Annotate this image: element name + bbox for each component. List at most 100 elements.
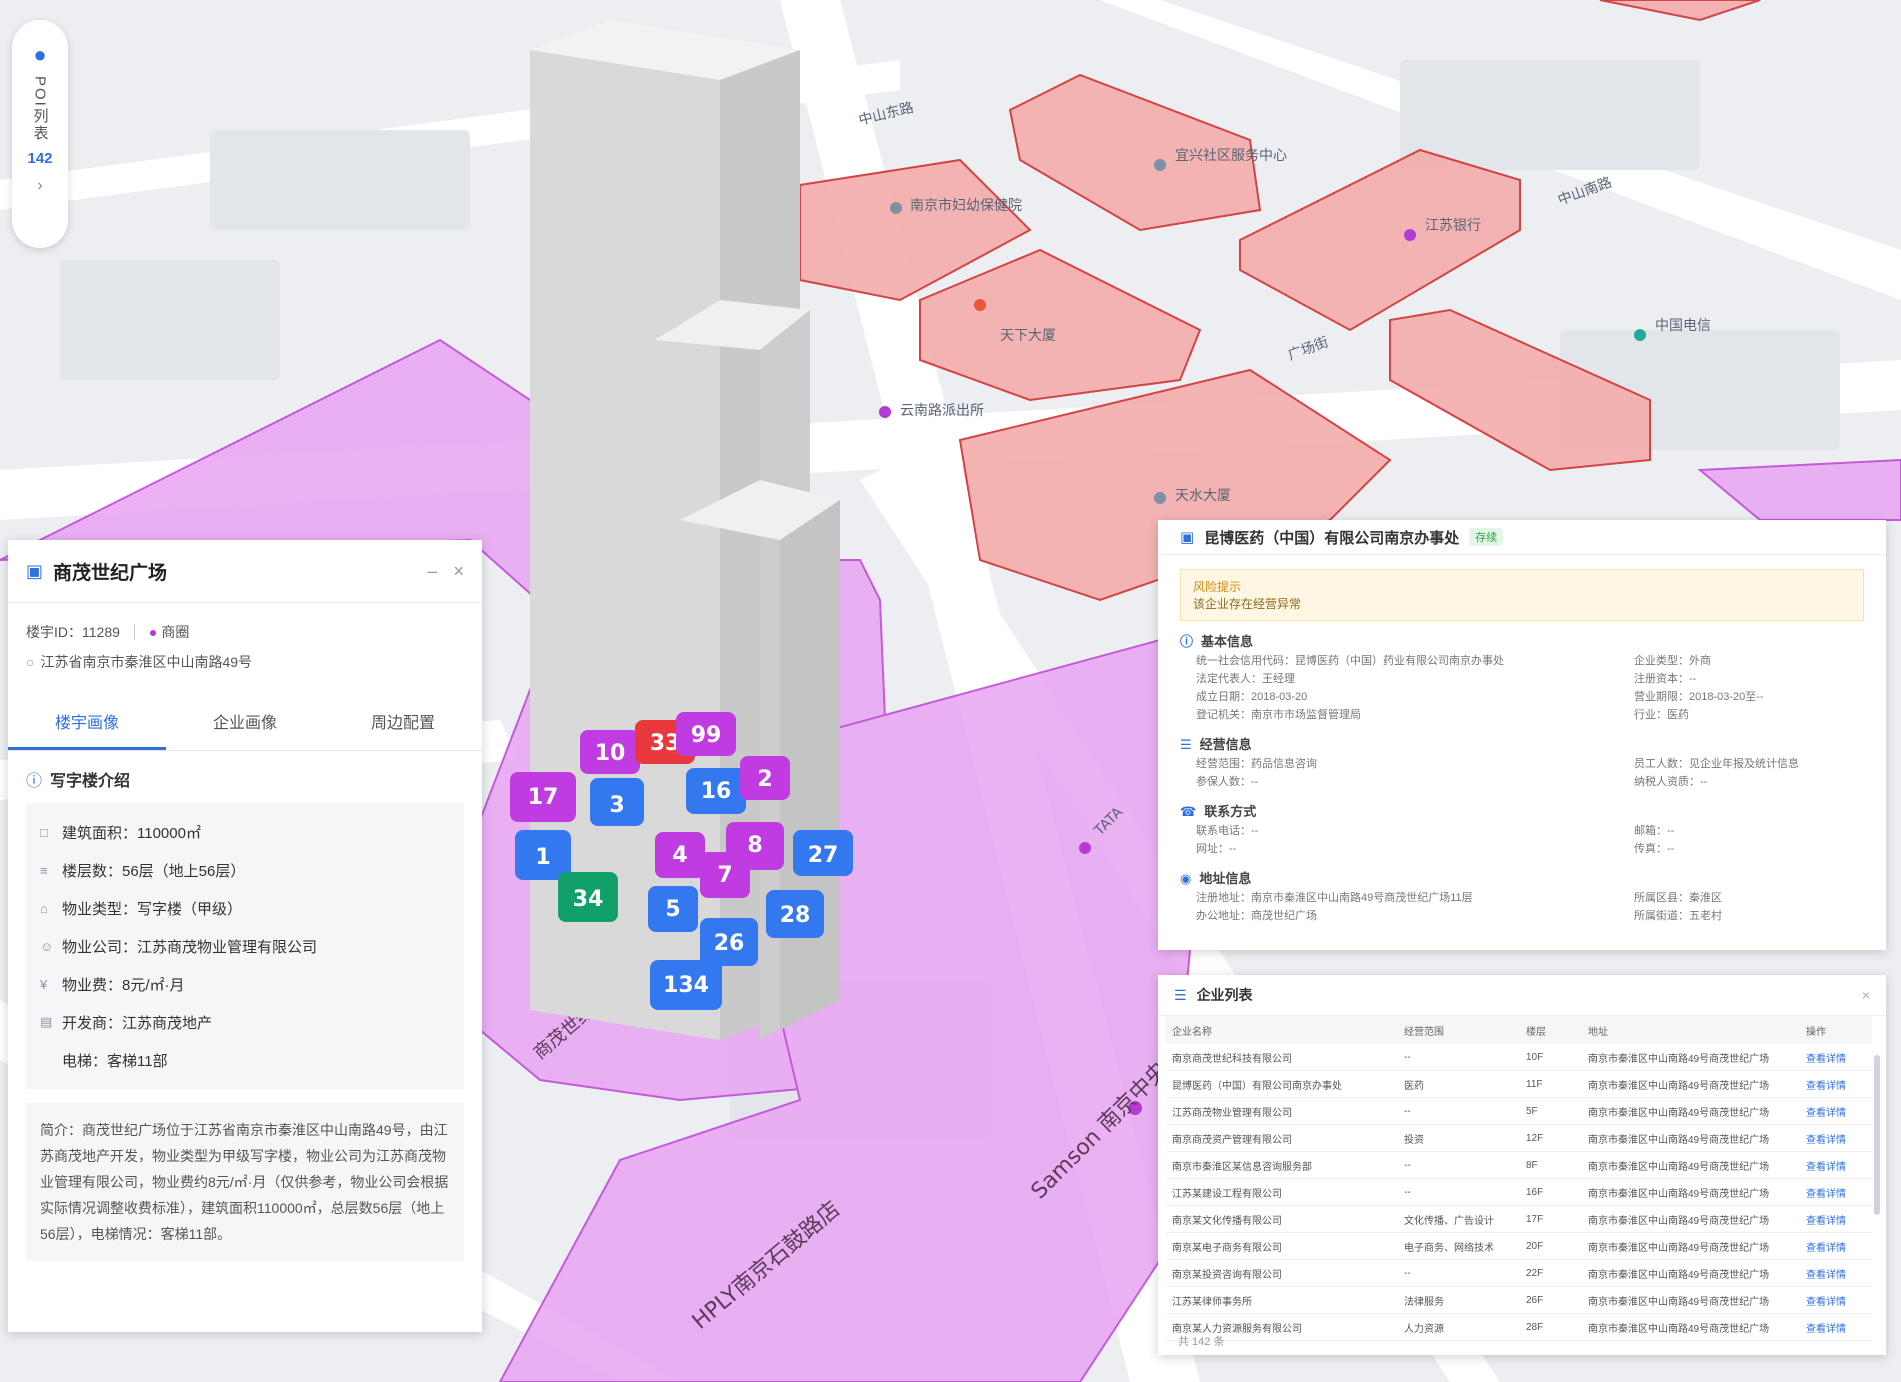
developer-icon: ▤ (40, 1014, 53, 1029)
cluster-marker[interactable]: 10 (580, 730, 640, 774)
table-cell: 医药 (1398, 1070, 1520, 1098)
detail-row: 登记机关：南京市市场监督管理局 行业：医药 (1196, 709, 1689, 721)
table-row[interactable]: 昆博医药（中国）有限公司南京办事处 医药 11F 南京市秦淮区中山南路49号商茂世纪广… (1166, 1070, 1872, 1098)
building-info-panel: ▣ 商茂世纪广场 – × 楼宇ID：11289 ● 商圈 ○ 江苏省南京市秦淮区… (8, 540, 482, 1332)
svg-text:10: 10 (595, 741, 626, 766)
view-detail-link[interactable]: 查看详情 (1800, 1205, 1872, 1233)
poi-label: 天下大厦 (1000, 328, 1056, 344)
cluster-marker[interactable]: 4 (655, 832, 705, 878)
svg-text:33: 33 (650, 731, 681, 756)
scrollbar[interactable] (1874, 1055, 1880, 1215)
svg-text:99: 99 (691, 723, 722, 748)
view-detail-link[interactable]: 查看详情 (1800, 1124, 1872, 1152)
view-detail-link[interactable]: 查看详情 (1800, 1151, 1872, 1179)
cluster-marker[interactable]: 16 (686, 768, 746, 814)
svg-text:26: 26 (714, 931, 745, 956)
table-cell: 17F (1520, 1205, 1582, 1233)
section-header: ☰ 经营信息 (1180, 737, 1252, 752)
building-meta: 楼宇ID：11289 ● 商圈 ○ 江苏省南京市秦淮区中山南路49号 (8, 603, 482, 677)
table-cell: 南京市秦淮区中山南路49号商茂世纪广场 (1582, 1205, 1800, 1233)
table-cell: 南京市秦淮区中山南路49号商茂世纪广场 (1582, 1151, 1800, 1179)
poi-label: 南京市妇幼保健院 (910, 197, 1022, 214)
tab-company-profile[interactable]: 企业画像 (166, 697, 324, 750)
table-row[interactable]: 南京商茂世纪科技有限公司 -- 10F 南京市秦淮区中山南路49号商茂世纪广场 查看详情 (1166, 1044, 1872, 1071)
table-row[interactable]: 南京某投资咨询有限公司 -- 22F 南京市秦淮区中山南路49号商茂世纪广场 查看详情 (1166, 1259, 1872, 1287)
cluster-marker[interactable]: 34 (558, 872, 618, 922)
view-detail-link[interactable]: 查看详情 (1800, 1070, 1872, 1098)
cluster-marker[interactable]: 2 (740, 756, 790, 800)
cluster-marker[interactable]: 99 (676, 712, 736, 756)
table-cell: 南京某电子商务有限公司 (1166, 1232, 1398, 1260)
building-icon: ▣ (1180, 529, 1195, 546)
company-list-panel: ☰ 企业列表 × 企业名称 经营范围 楼层 地址 操作 南京商茂世纪科技有限公司… (1158, 975, 1886, 1355)
view-detail-link[interactable]: 查看详情 (1800, 1286, 1872, 1314)
table-row[interactable]: 南京市秦淮区某信息咨询服务部 -- 8F 南京市秦淮区中山南路49号商茂世纪广场 查看详… (1166, 1151, 1872, 1179)
table-cell: 5F (1520, 1097, 1582, 1125)
table-cell: 南京市秦淮区中山南路49号商茂世纪广场 (1582, 1124, 1800, 1152)
fact-company: ☺ 物业公司：江苏商茂物业管理有限公司 (40, 938, 318, 956)
view-detail-link[interactable]: 查看详情 (1800, 1097, 1872, 1125)
info-icon: ⓘ (1180, 634, 1194, 649)
cluster-marker[interactable]: 1 (515, 830, 571, 880)
tag-dot-icon: ● (148, 624, 158, 640)
poi-label: 宜兴社区服务中心 (1175, 148, 1287, 164)
view-detail-link[interactable]: 查看详情 (1800, 1313, 1872, 1341)
view-detail-link[interactable]: 查看详情 (1800, 1259, 1872, 1287)
view-detail-link[interactable]: 查看详情 (1800, 1178, 1872, 1206)
poi-list-toggle[interactable]: ● POI列表 142 › (12, 20, 68, 248)
location-pin-icon: ● (33, 42, 47, 67)
cluster-marker[interactable]: 3 (590, 778, 644, 826)
svg-text:5: 5 (665, 897, 680, 922)
svg-text:1: 1 (535, 845, 550, 870)
panel-header: ▣ 商茂世纪广场 – × (8, 540, 482, 603)
close-button[interactable]: × (1862, 987, 1870, 1003)
table-cell: 20F (1520, 1232, 1582, 1260)
section-header: ☎ 联系方式 (1180, 804, 1257, 819)
table-row[interactable]: 南京某电子商务有限公司 电子商务、网络技术 20F 南京市秦淮区中山南路49号商茂世纪… (1166, 1232, 1872, 1260)
fact-type: ⌂ 物业类型：写字楼（甲级） (40, 900, 243, 918)
table-row[interactable]: 江苏商茂物业管理有限公司 -- 5F 南京市秦淮区中山南路49号商茂世纪广场 查看详情 (1166, 1097, 1872, 1125)
close-button[interactable]: × (453, 561, 464, 582)
table-cell: 南京市秦淮区中山南路49号商茂世纪广场 (1582, 1313, 1800, 1341)
tab-nearby[interactable]: 周边配置 (324, 697, 482, 750)
svg-text:4: 4 (672, 843, 687, 868)
minimize-button[interactable]: – (427, 561, 437, 582)
table-row[interactable]: 南京商茂资产管理有限公司 投资 12F 南京市秦淮区中山南路49号商茂世纪广场 查看详情 (1166, 1124, 1872, 1152)
view-detail-link[interactable]: 查看详情 (1800, 1044, 1872, 1071)
table-row[interactable]: 江苏某律师事务所 法律服务 26F 南京市秦淮区中山南路49号商茂世纪广场 查看详情 (1166, 1286, 1872, 1314)
table-cell: 江苏商茂物业管理有限公司 (1166, 1097, 1398, 1125)
section-header: ⓘ 基本信息 (1180, 634, 1254, 649)
table-cell: 法律服务 (1398, 1286, 1520, 1314)
fact-developer: ▤ 开发商：江苏商茂地产 (40, 1014, 213, 1032)
building-id: 楼宇ID：11289 (26, 624, 120, 640)
tab-building-profile[interactable]: 楼宇画像 (8, 697, 166, 750)
table-cell: 8F (1520, 1151, 1582, 1179)
fact-elevator: 电梯：客梯11部 (62, 1052, 168, 1070)
cluster-marker[interactable]: 27 (793, 830, 853, 876)
cluster-marker[interactable]: 28 (766, 890, 824, 938)
detail-row: 注册地址：南京市秦淮区中山南路49号商茂世纪广场11层 所属区县：秦淮区 (1196, 892, 1722, 904)
chart-icon: ☰ (1180, 737, 1192, 752)
table-cell: 南京市秦淮区中山南路49号商茂世纪广场 (1582, 1097, 1800, 1125)
cluster-marker[interactable]: 5 (648, 886, 698, 932)
table-row[interactable]: 江苏某建设工程有限公司 -- 16F 南京市秦淮区中山南路49号商茂世纪广场 查看详情 (1166, 1178, 1872, 1206)
cluster-marker[interactable]: 17 (510, 772, 576, 822)
chevron-right-icon[interactable]: › (12, 177, 68, 195)
table-cell: 投资 (1398, 1124, 1520, 1152)
risk-alert: 风险提示 该企业存在经营异常 (1180, 569, 1864, 621)
detail-header: ▣ 昆博医药（中国）有限公司南京办事处 存续 (1158, 520, 1886, 555)
table-row[interactable]: 南京某人力资源服务有限公司 人力资源 28F 南京市秦淮区中山南路49号商茂世纪广场查… (1166, 1313, 1872, 1341)
cluster-marker[interactable]: 7 (700, 852, 750, 898)
svg-text:27: 27 (808, 843, 839, 868)
table-cell: -- (1398, 1178, 1520, 1206)
floors-icon: ≡ (40, 862, 48, 878)
cluster-marker[interactable]: 26 (700, 918, 758, 966)
cluster-marker[interactable]: 134 (650, 960, 722, 1010)
section-header: ⓘ 写字楼介绍 (8, 751, 482, 799)
table-row[interactable]: 南京某文化传播有限公司 文化传播、广告设计 17F 南京市秦淮区中山南路49号商茂世纪… (1166, 1205, 1872, 1233)
table-cell: 南京某投资咨询有限公司 (1166, 1259, 1398, 1287)
view-detail-link[interactable]: 查看详情 (1800, 1232, 1872, 1260)
table-cell: 南京商茂世纪科技有限公司 (1166, 1044, 1398, 1071)
detail-row: 办公地址：商茂世纪广场 所属街道：五老村 (1196, 910, 1722, 922)
person-icon: ☺ (40, 938, 54, 954)
